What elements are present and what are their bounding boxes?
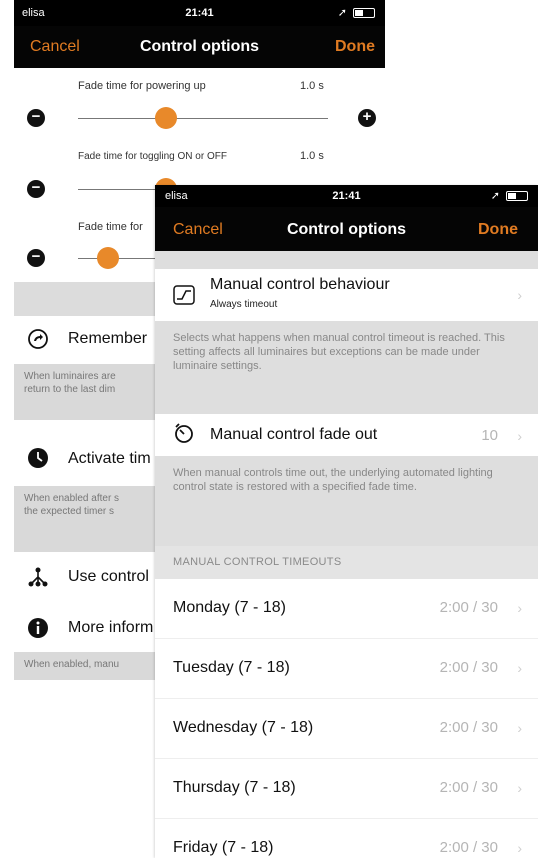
status-time: 21:41: [332, 190, 361, 202]
chevron-right-icon: ›: [517, 428, 522, 444]
chevron-right-icon: ›: [517, 840, 522, 856]
status-bar: elisa 21:41 ➚: [155, 185, 538, 207]
day-value: 2:00 / 30: [439, 719, 498, 736]
day-value: 2:00 / 30: [439, 839, 498, 856]
decrease-button[interactable]: −: [27, 180, 45, 198]
day-label: Monday (7 - 18): [173, 599, 286, 616]
done-button[interactable]: Done: [478, 221, 518, 239]
info-icon: [28, 618, 48, 638]
slider-knob[interactable]: [154, 107, 177, 129]
clock-icon: [28, 448, 48, 468]
chevron-right-icon: ›: [517, 600, 522, 616]
fade-label: Fade time for toggling ON or OFF: [78, 151, 227, 162]
battery-icon: [353, 7, 375, 18]
day-value: 2:00 / 30: [439, 779, 498, 796]
fade-slider[interactable]: [78, 118, 328, 119]
more-info-label[interactable]: More inform: [68, 619, 153, 637]
day-row-friday[interactable]: Friday (7 - 18) 2:00 / 30 ›: [155, 819, 538, 858]
day-row-monday[interactable]: Monday (7 - 18) 2:00 / 30 ›: [155, 579, 538, 639]
fade-out-note: When manual controls time out, the under…: [155, 456, 538, 546]
chevron-right-icon: ›: [517, 780, 522, 796]
decrease-button[interactable]: −: [27, 109, 45, 127]
front-screen: elisa 21:41 ➚ Cancel Control options Don…: [155, 185, 538, 858]
day-label: Thursday (7 - 18): [173, 779, 296, 796]
fade-out-row[interactable]: Manual control fade out 10 ›: [155, 414, 538, 456]
fade-value: 1.0 s: [300, 80, 324, 92]
nav-bar: Cancel Control options Done: [155, 207, 538, 251]
network-icon: [28, 567, 48, 587]
decrease-button[interactable]: −: [27, 249, 45, 267]
location-icon: ➚: [490, 190, 500, 202]
page-title: Control options: [139, 38, 260, 55]
section-divider: [155, 251, 538, 269]
activate-timer-label[interactable]: Activate tim: [68, 450, 151, 468]
day-label: Wednesday (7 - 18): [173, 719, 314, 736]
use-control-label[interactable]: Use control: [68, 568, 149, 586]
manual-behaviour-row[interactable]: Manual control behaviour Always timeout …: [155, 269, 538, 321]
chevron-right-icon: ›: [517, 287, 522, 303]
status-icons: ➚: [491, 189, 528, 202]
fade-label: Fade time for powering up: [78, 80, 206, 92]
fade-label: Fade time for: [78, 221, 143, 233]
day-row-wednesday[interactable]: Wednesday (7 - 18) 2:00 / 30 ›: [155, 699, 538, 759]
fade-value: 1.0 s: [300, 150, 324, 162]
manual-behaviour-note: Selects what happens when manual control…: [155, 321, 538, 414]
chart-line-icon: [173, 285, 195, 305]
location-icon: ➚: [337, 7, 347, 19]
day-label: Tuesday (7 - 18): [173, 659, 290, 676]
day-row-thursday[interactable]: Thursday (7 - 18) 2:00 / 30 ›: [155, 759, 538, 819]
remember-label[interactable]: Remember: [68, 330, 147, 348]
chevron-right-icon: ›: [517, 660, 522, 676]
nav-bar: Cancel Control options Done: [14, 26, 385, 68]
redo-circle-icon: [28, 329, 48, 349]
manual-behaviour-subtitle: Always timeout: [210, 299, 278, 310]
status-bar: elisa 21:41 ➚: [14, 0, 385, 26]
fade-out-title: Manual control fade out: [210, 426, 378, 443]
manual-behaviour-title: Manual control behaviour: [210, 276, 390, 293]
battery-icon: [506, 190, 528, 201]
timer-icon: [175, 423, 193, 443]
chevron-right-icon: ›: [517, 720, 522, 736]
day-label: Friday (7 - 18): [173, 839, 274, 856]
done-button[interactable]: Done: [335, 38, 375, 56]
day-value: 2:00 / 30: [439, 659, 498, 676]
timeouts-header: MANUAL CONTROL TIMEOUTS: [155, 546, 538, 579]
status-time: 21:41: [185, 7, 214, 19]
day-value: 2:00 / 30: [439, 599, 498, 616]
increase-button[interactable]: +: [358, 109, 376, 127]
fade-out-value: 10: [481, 427, 498, 444]
status-icons: ➚: [338, 6, 375, 19]
slider-knob[interactable]: [97, 247, 119, 269]
day-row-tuesday[interactable]: Tuesday (7 - 18) 2:00 / 30 ›: [155, 639, 538, 699]
